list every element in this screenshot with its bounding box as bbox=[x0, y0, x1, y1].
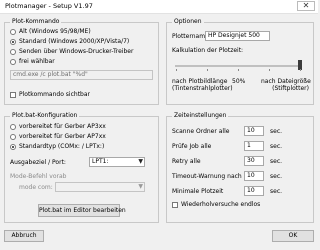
plot-command-input[interactable]: cmd.exe /c plot.bat "%d" bbox=[10, 70, 153, 80]
retry-endless-label: Wiederholversuche endlos bbox=[181, 201, 261, 208]
min-plot-time-label: Minimale Plotzeit bbox=[172, 188, 224, 195]
slider-left-sublabel: (Tintenstrahlplotter) bbox=[172, 85, 233, 92]
plotzeit-slider-track[interactable] bbox=[175, 65, 301, 67]
retry-interval-input[interactable]: 30 bbox=[244, 156, 264, 166]
radio-frei-waehlbar[interactable] bbox=[10, 59, 16, 65]
radio-gerber-ap7xx-label: vorbereitet für Gerber AP7xx bbox=[19, 133, 106, 140]
radio-windows-driver-label: Senden über Windows-Drucker-Treiber bbox=[19, 48, 134, 55]
retry-interval-label: Retry alle bbox=[172, 158, 201, 165]
timeout-warning-unit: sec. bbox=[270, 173, 283, 180]
job-check-label: Prüfe Job alle bbox=[172, 143, 212, 150]
chevron-down-icon: ▼ bbox=[138, 183, 143, 190]
zeiteinstellungen-legend: Zeiteinstellungen bbox=[172, 112, 229, 120]
optionen-legend: Optionen bbox=[172, 18, 204, 26]
radio-standardtyp-label: Standardtyp (COMx: / LPTx:) bbox=[19, 143, 105, 150]
min-plot-time-input[interactable]: 10 bbox=[244, 186, 264, 196]
slider-right-sublabel: (Stiftplotter) bbox=[272, 85, 309, 92]
timeout-warning-label: Timeout-Warnung nach bbox=[172, 173, 242, 180]
scan-interval-unit: sec. bbox=[270, 128, 283, 135]
mode-befehl-label: Mode-Befehl vorab bbox=[10, 173, 67, 180]
scan-interval-label: Scanne Ordner alle bbox=[172, 128, 230, 135]
window-title: Plotmanager - Setup V1.97 bbox=[5, 2, 93, 10]
radio-gerber-ap3xx-label: vorbereitet für Gerber AP3xx bbox=[19, 123, 106, 130]
plotbat-group: Plot.bat-Konfiguration vorbereitet für G… bbox=[4, 112, 159, 223]
radio-gerber-ap7xx[interactable] bbox=[10, 134, 16, 140]
optionen-group: Optionen Plottername HP Designjet 500 Ka… bbox=[166, 18, 314, 105]
radio-gerber-ap3xx[interactable] bbox=[10, 124, 16, 130]
plot-kommando-group: Plot-Kommando Alt (Windows 95/98/ME) Sta… bbox=[4, 18, 159, 105]
radio-standardtyp[interactable] bbox=[10, 144, 16, 150]
slider-tick bbox=[269, 69, 270, 71]
edit-plotbat-button[interactable]: Plot.bat im Editor bearbeiten bbox=[38, 204, 126, 217]
mode-com-label: mode com: bbox=[19, 184, 53, 191]
radio-standard-windows-label: Standard (Windows 2000/XP/Vista/7) bbox=[19, 38, 130, 45]
port-select[interactable]: LPT1: ▼ bbox=[89, 157, 145, 167]
min-plot-time-unit: sec. bbox=[270, 188, 283, 195]
slider-tick bbox=[238, 69, 239, 71]
title-bar: Plotmanager - Setup V1.97 ✕ bbox=[0, 0, 318, 14]
plotkommando-sichtbar-checkbox[interactable] bbox=[10, 92, 16, 98]
radio-windows-driver[interactable] bbox=[10, 49, 16, 55]
job-check-unit: sec. bbox=[270, 143, 283, 150]
mode-com-select[interactable]: ▼ bbox=[55, 182, 145, 192]
job-check-input[interactable]: 1 bbox=[244, 141, 264, 151]
ok-button[interactable]: OK bbox=[272, 230, 314, 242]
setup-window: Plotmanager - Setup V1.97 ✕ Plot-Kommand… bbox=[0, 0, 318, 250]
plottername-input[interactable]: HP Designjet 500 bbox=[205, 31, 270, 41]
cancel-button[interactable]: Abbruch bbox=[4, 230, 44, 242]
radio-alt-windows[interactable] bbox=[10, 29, 16, 35]
retry-endless-checkbox[interactable] bbox=[172, 202, 178, 208]
slider-tick bbox=[207, 69, 208, 71]
plotbat-legend: Plot.bat-Konfiguration bbox=[10, 112, 80, 120]
slider-tick bbox=[176, 69, 177, 71]
plottername-label: Plottername bbox=[172, 33, 209, 40]
port-label: Ausgabeziel / Port: bbox=[10, 159, 66, 166]
port-select-value: LPT1: bbox=[92, 158, 109, 165]
slider-tick bbox=[300, 69, 301, 71]
radio-standard-windows[interactable] bbox=[10, 39, 16, 45]
close-icon[interactable]: ✕ bbox=[297, 1, 315, 11]
radio-alt-windows-label: Alt (Windows 95/98/ME) bbox=[19, 28, 91, 35]
timeout-warning-input[interactable]: 10 bbox=[244, 171, 264, 181]
retry-interval-unit: sec. bbox=[270, 158, 283, 165]
kalkulation-label: Kalkulation der Plotzeit: bbox=[172, 47, 244, 54]
chevron-down-icon: ▼ bbox=[138, 158, 143, 165]
radio-frei-waehlbar-label: frei wählbar bbox=[19, 58, 55, 65]
slider-mid-label: 50% bbox=[232, 78, 246, 85]
plot-kommando-legend: Plot-Kommando bbox=[10, 18, 62, 26]
plotkommando-sichtbar-label: Plotkommando sichtbar bbox=[19, 91, 90, 98]
scan-interval-input[interactable]: 10 bbox=[244, 126, 264, 136]
zeiteinstellungen-group: Zeiteinstellungen Scanne Ordner alle 10 … bbox=[166, 112, 314, 223]
